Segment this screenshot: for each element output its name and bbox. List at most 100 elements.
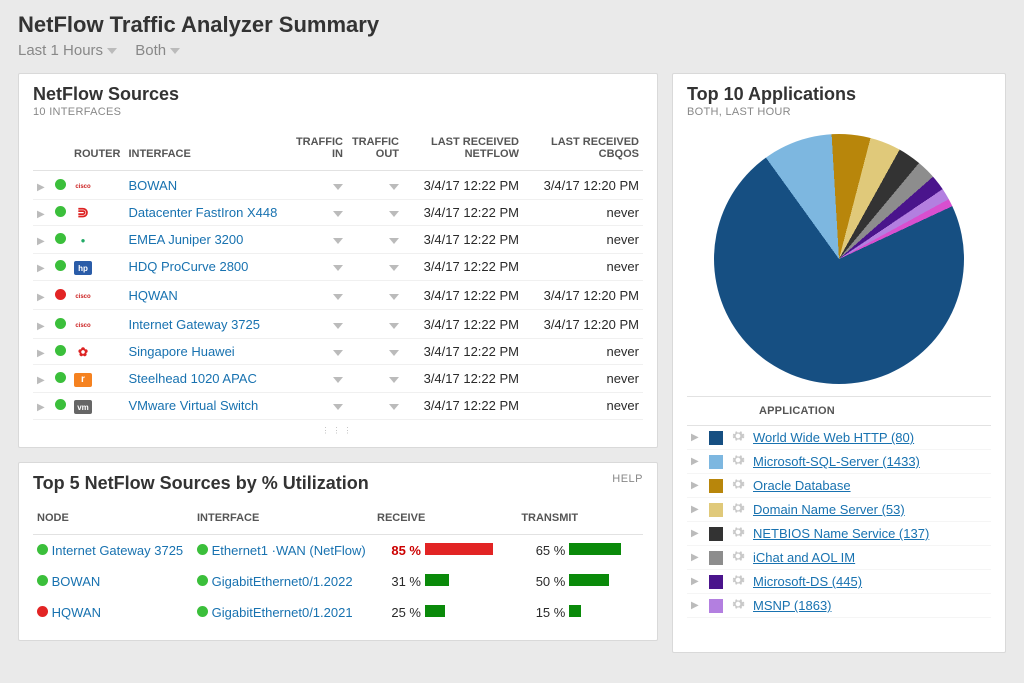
expand-icon[interactable]: ▶ (37, 182, 45, 193)
traffic-out-dropdown[interactable] (347, 310, 403, 339)
interface-link[interactable]: GigabitEthernet0/1.2021 (212, 605, 353, 620)
col-router[interactable]: ROUTER (70, 130, 124, 171)
legend-row[interactable]: ▶ MSNP (1863) (687, 594, 991, 618)
resize-handle[interactable]: ⋮⋮⋮ (33, 426, 643, 435)
gear-icon[interactable] (731, 597, 745, 614)
legend-row[interactable]: ▶ Oracle Database (687, 474, 991, 498)
app-link[interactable]: MSNP (1863) (753, 598, 832, 613)
table-row[interactable]: ▶ciscoBOWAN3/4/17 12:22 PM3/4/17 12:20 P… (33, 171, 643, 200)
expand-icon[interactable]: ▶ (691, 504, 701, 515)
expand-icon[interactable]: ▶ (691, 432, 701, 443)
table-row[interactable]: ▶vmVMware Virtual Switch3/4/17 12:22 PMn… (33, 392, 643, 420)
table-row[interactable]: Internet Gateway 3725 Ethernet1 ·WAN (Ne… (33, 535, 643, 567)
traffic-in-dropdown[interactable] (291, 171, 347, 200)
legend-row[interactable]: ▶ NETBIOS Name Service (137) (687, 522, 991, 546)
interface-link[interactable]: Ethernet1 ·WAN (NetFlow) (212, 543, 366, 558)
expand-icon[interactable]: ▶ (37, 292, 45, 303)
expand-icon[interactable]: ▶ (37, 209, 45, 220)
expand-icon[interactable]: ▶ (691, 480, 701, 491)
legend-row[interactable]: ▶ Microsoft-SQL-Server (1433) (687, 450, 991, 474)
col-node[interactable]: NODE (33, 506, 193, 535)
device-link[interactable]: Datacenter FastIron X448 (128, 205, 277, 220)
app-link[interactable]: Microsoft-DS (445) (753, 574, 862, 589)
expand-icon[interactable]: ▶ (37, 263, 45, 274)
col-last-cbqos[interactable]: LAST RECEIVED CBQOS (523, 130, 643, 171)
app-link[interactable]: World Wide Web HTTP (80) (753, 430, 914, 445)
traffic-in-dropdown[interactable] (291, 365, 347, 393)
col-traffic-in[interactable]: TRAFFIC IN (291, 130, 347, 171)
col-traffic-out[interactable]: TRAFFIC OUT (347, 130, 403, 171)
device-link[interactable]: EMEA Juniper 3200 (128, 232, 243, 247)
device-link[interactable]: Internet Gateway 3725 (128, 317, 260, 332)
table-row[interactable]: ▶ciscoInternet Gateway 37253/4/17 12:22 … (33, 310, 643, 339)
app-link[interactable]: NETBIOS Name Service (137) (753, 526, 929, 541)
traffic-in-dropdown[interactable] (291, 392, 347, 420)
traffic-in-dropdown[interactable] (291, 226, 347, 254)
apps-pie-chart[interactable] (714, 134, 964, 384)
legend-header[interactable]: APPLICATION (687, 396, 991, 426)
legend-row[interactable]: ▶ iChat and AOL IM (687, 546, 991, 570)
traffic-in-dropdown[interactable] (291, 339, 347, 365)
expand-icon[interactable]: ▶ (37, 402, 45, 413)
col-receive[interactable]: RECEIVE (373, 506, 517, 535)
col-interface[interactable]: INTERFACE (124, 130, 291, 171)
table-row[interactable]: ▶hpHDQ ProCurve 28003/4/17 12:22 PMnever (33, 253, 643, 281)
expand-icon[interactable]: ▶ (37, 236, 45, 247)
app-link[interactable]: Oracle Database (753, 478, 851, 493)
traffic-in-dropdown[interactable] (291, 200, 347, 226)
expand-icon[interactable]: ▶ (37, 348, 45, 359)
app-link[interactable]: Domain Name Server (53) (753, 502, 905, 517)
app-link[interactable]: Microsoft-SQL-Server (1433) (753, 454, 920, 469)
expand-icon[interactable]: ▶ (691, 600, 701, 611)
node-link[interactable]: BOWAN (52, 574, 101, 589)
traffic-out-dropdown[interactable] (347, 171, 403, 200)
gear-icon[interactable] (731, 525, 745, 542)
traffic-out-dropdown[interactable] (347, 365, 403, 393)
gear-icon[interactable] (731, 453, 745, 470)
expand-icon[interactable]: ▶ (37, 321, 45, 332)
traffic-in-dropdown[interactable] (291, 253, 347, 281)
expand-icon[interactable]: ▶ (37, 375, 45, 386)
node-link[interactable]: Internet Gateway 3725 (52, 543, 184, 558)
device-link[interactable]: VMware Virtual Switch (128, 398, 258, 413)
device-link[interactable]: Singapore Huawei (128, 344, 234, 359)
expand-icon[interactable]: ▶ (691, 456, 701, 467)
legend-row[interactable]: ▶ Microsoft-DS (445) (687, 570, 991, 594)
device-link[interactable]: Steelhead 1020 APAC (128, 371, 256, 386)
expand-icon[interactable]: ▶ (691, 528, 701, 539)
direction-filter[interactable]: Both (135, 42, 180, 59)
col-interface[interactable]: INTERFACE (193, 506, 373, 535)
col-last-netflow[interactable]: LAST RECEIVED NETFLOW (403, 130, 523, 171)
traffic-out-dropdown[interactable] (347, 281, 403, 310)
gear-icon[interactable] (731, 549, 745, 566)
table-row[interactable]: ▶ciscoHQWAN3/4/17 12:22 PM3/4/17 12:20 P… (33, 281, 643, 310)
expand-icon[interactable]: ▶ (691, 552, 701, 563)
legend-row[interactable]: ▶ Domain Name Server (53) (687, 498, 991, 522)
table-row[interactable]: HQWAN GigabitEthernet0/1.202125 % 15 % (33, 597, 643, 628)
traffic-out-dropdown[interactable] (347, 253, 403, 281)
legend-row[interactable]: ▶ World Wide Web HTTP (80) (687, 426, 991, 450)
traffic-out-dropdown[interactable] (347, 339, 403, 365)
col-transmit[interactable]: TRANSMIT (517, 506, 643, 535)
gear-icon[interactable] (731, 429, 745, 446)
traffic-out-dropdown[interactable] (347, 200, 403, 226)
table-row[interactable]: ▶⋑Datacenter FastIron X4483/4/17 12:22 P… (33, 200, 643, 226)
traffic-in-dropdown[interactable] (291, 310, 347, 339)
help-link[interactable]: HELP (612, 473, 643, 485)
app-link[interactable]: iChat and AOL IM (753, 550, 855, 565)
device-link[interactable]: HQWAN (128, 288, 177, 303)
expand-icon[interactable]: ▶ (691, 576, 701, 587)
gear-icon[interactable] (731, 573, 745, 590)
gear-icon[interactable] (731, 501, 745, 518)
time-filter[interactable]: Last 1 Hours (18, 42, 117, 59)
table-row[interactable]: ▶●EMEA Juniper 32003/4/17 12:22 PMnever (33, 226, 643, 254)
traffic-out-dropdown[interactable] (347, 226, 403, 254)
device-link[interactable]: BOWAN (128, 178, 177, 193)
node-link[interactable]: HQWAN (52, 605, 101, 620)
traffic-out-dropdown[interactable] (347, 392, 403, 420)
traffic-in-dropdown[interactable] (291, 281, 347, 310)
device-link[interactable]: HDQ ProCurve 2800 (128, 259, 248, 274)
table-row[interactable]: ▶✿Singapore Huawei3/4/17 12:22 PMnever (33, 339, 643, 365)
gear-icon[interactable] (731, 477, 745, 494)
interface-link[interactable]: GigabitEthernet0/1.2022 (212, 574, 353, 589)
